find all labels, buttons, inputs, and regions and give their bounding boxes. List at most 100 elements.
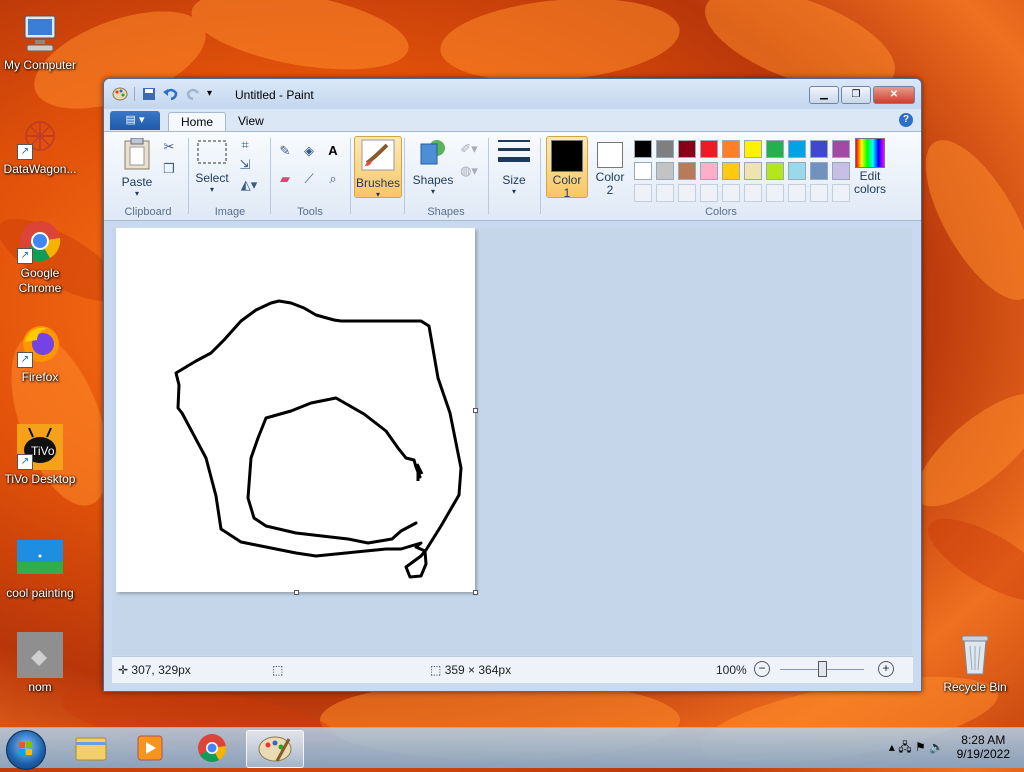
desktop-icon-cool-painting[interactable]: cool painting xyxy=(0,538,80,601)
show-hidden-icons-icon[interactable]: ▴ xyxy=(889,740,895,754)
resize-icon[interactable]: ⇲ xyxy=(236,156,254,174)
resize-handle-bottom[interactable] xyxy=(294,590,299,595)
palette-swatch[interactable] xyxy=(810,184,828,202)
palette-swatch[interactable] xyxy=(634,140,652,158)
palette-swatch[interactable] xyxy=(722,140,740,158)
datawagon-icon: ↗ xyxy=(17,114,63,160)
tab-home[interactable]: Home xyxy=(168,112,227,132)
network-icon[interactable]: 🖧 xyxy=(898,740,911,754)
resize-handle-corner[interactable] xyxy=(473,590,478,595)
desktop-icon-recycle-bin[interactable]: Recycle Bin xyxy=(935,632,1015,695)
action-center-icon[interactable]: ⚑ xyxy=(915,740,926,754)
desktop-icon-google-chrome[interactable]: ↗ Google Chrome xyxy=(0,218,80,296)
redo-icon[interactable] xyxy=(185,87,201,101)
paint-icon xyxy=(258,736,292,762)
palette-swatch[interactable] xyxy=(656,184,674,202)
desktop-icon-my-computer[interactable]: My Computer xyxy=(0,10,80,73)
brushes-button[interactable]: Brushes ▾ xyxy=(354,136,402,199)
palette-swatch[interactable] xyxy=(700,140,718,158)
customize-qat-icon[interactable]: ▾ xyxy=(207,87,223,101)
close-button[interactable]: ✕ xyxy=(873,86,915,104)
palette-swatch[interactable] xyxy=(700,162,718,180)
paste-button[interactable]: Paste ▾ xyxy=(114,137,160,198)
magnifier-icon[interactable]: ⌕ xyxy=(324,170,342,188)
edit-colors-icon xyxy=(855,138,885,168)
select-button[interactable]: Select ▾ xyxy=(194,140,230,194)
help-icon[interactable]: ? xyxy=(899,113,913,127)
palette-swatch[interactable] xyxy=(744,140,762,158)
palette-swatch[interactable] xyxy=(678,162,696,180)
taskbar-explorer[interactable] xyxy=(62,730,118,766)
palette-swatch[interactable] xyxy=(656,140,674,158)
chrome-icon xyxy=(198,734,227,762)
palette-swatch[interactable] xyxy=(744,184,762,202)
taskbar-chrome[interactable] xyxy=(184,730,240,766)
drawing-canvas[interactable] xyxy=(116,228,478,595)
crop-icon[interactable]: ⌗ xyxy=(236,136,254,154)
palette-swatch[interactable] xyxy=(766,184,784,202)
palette-swatch[interactable] xyxy=(634,162,652,180)
zoom-level: 100% xyxy=(716,663,747,677)
cut-icon[interactable]: ✂ xyxy=(160,138,178,156)
clock[interactable]: 8:28 AM 9/19/2022 xyxy=(957,733,1010,761)
size-button[interactable]: Size ▾ xyxy=(494,138,534,196)
palette-swatch[interactable] xyxy=(634,184,652,202)
palette-swatch[interactable] xyxy=(810,162,828,180)
paint-app-icon xyxy=(112,87,128,101)
shapes-icon xyxy=(410,138,456,171)
file-menu-button[interactable]: ▤ ▾ xyxy=(110,111,160,130)
group-label-image: Image xyxy=(214,206,246,218)
palette-swatch[interactable] xyxy=(700,184,718,202)
volume-icon[interactable]: 🔈 xyxy=(929,740,944,754)
taskbar-media-player[interactable] xyxy=(122,730,178,766)
tray-icons[interactable]: ▴ 🖧 ⚑ 🔈 xyxy=(889,740,944,754)
rotate-icon[interactable]: ◭▾ xyxy=(236,176,262,194)
text-icon[interactable]: A xyxy=(324,142,342,160)
palette-swatch[interactable] xyxy=(788,140,806,158)
color2-button[interactable]: Color 2 xyxy=(590,136,630,197)
tab-view[interactable]: View xyxy=(226,112,276,131)
desktop-icon-firefox[interactable]: ↗ Firefox xyxy=(0,322,80,385)
palette-swatch[interactable] xyxy=(788,184,806,202)
color1-button[interactable]: Color 1 xyxy=(546,136,588,200)
computer-icon xyxy=(17,10,63,56)
undo-icon[interactable] xyxy=(163,87,179,101)
crosshair-icon: ✛ xyxy=(118,663,129,677)
maximize-button[interactable]: ❐ xyxy=(841,86,871,104)
outline-icon[interactable]: ✐▾ xyxy=(456,140,482,158)
copy-icon[interactable]: ❐ xyxy=(160,160,178,178)
fill-icon[interactable]: ◈ xyxy=(300,142,318,160)
minimize-button[interactable]: ▁ xyxy=(809,86,839,104)
edit-colors-button[interactable]: Edit colors xyxy=(848,138,892,196)
palette-swatch[interactable] xyxy=(766,162,784,180)
pencil-icon[interactable]: ✎ xyxy=(276,142,294,160)
zoom-slider-thumb[interactable] xyxy=(818,661,827,677)
select-icon xyxy=(194,140,230,169)
fill-shape-icon[interactable]: ◍▾ xyxy=(456,162,482,180)
palette-swatch[interactable] xyxy=(766,140,784,158)
color-picker-icon[interactable]: ⟋ xyxy=(300,170,318,188)
color1-swatch xyxy=(551,140,583,172)
quick-access-toolbar: ▾ xyxy=(112,87,223,101)
taskbar-paint[interactable] xyxy=(246,730,304,768)
palette-swatch[interactable] xyxy=(722,162,740,180)
recycle-bin-icon xyxy=(952,632,998,678)
desktop-icon-tivo[interactable]: TiVo ↗ TiVo Desktop xyxy=(0,424,80,487)
zoom-out-button[interactable]: − xyxy=(754,661,770,677)
save-icon[interactable] xyxy=(141,87,157,101)
palette-swatch[interactable] xyxy=(656,162,674,180)
palette-swatch[interactable] xyxy=(788,162,806,180)
zoom-in-button[interactable]: + xyxy=(878,661,894,677)
palette-swatch[interactable] xyxy=(810,140,828,158)
desktop-icon-datawagon[interactable]: ↗ DataWagon... xyxy=(0,114,80,177)
palette-swatch[interactable] xyxy=(678,184,696,202)
resize-handle-right[interactable] xyxy=(473,408,478,413)
eraser-icon[interactable]: ▰ xyxy=(276,170,294,188)
palette-swatch[interactable] xyxy=(744,162,762,180)
palette-swatch[interactable] xyxy=(678,140,696,158)
palette-swatch[interactable] xyxy=(722,184,740,202)
start-button[interactable] xyxy=(6,730,46,770)
desktop-icon-nom[interactable]: nom xyxy=(0,632,80,695)
status-bar: ✛ 307, 329px ⬚ ⬚ 359 × 364px 100% − + xyxy=(112,656,913,683)
shapes-button[interactable]: Shapes ▾ xyxy=(410,138,456,196)
